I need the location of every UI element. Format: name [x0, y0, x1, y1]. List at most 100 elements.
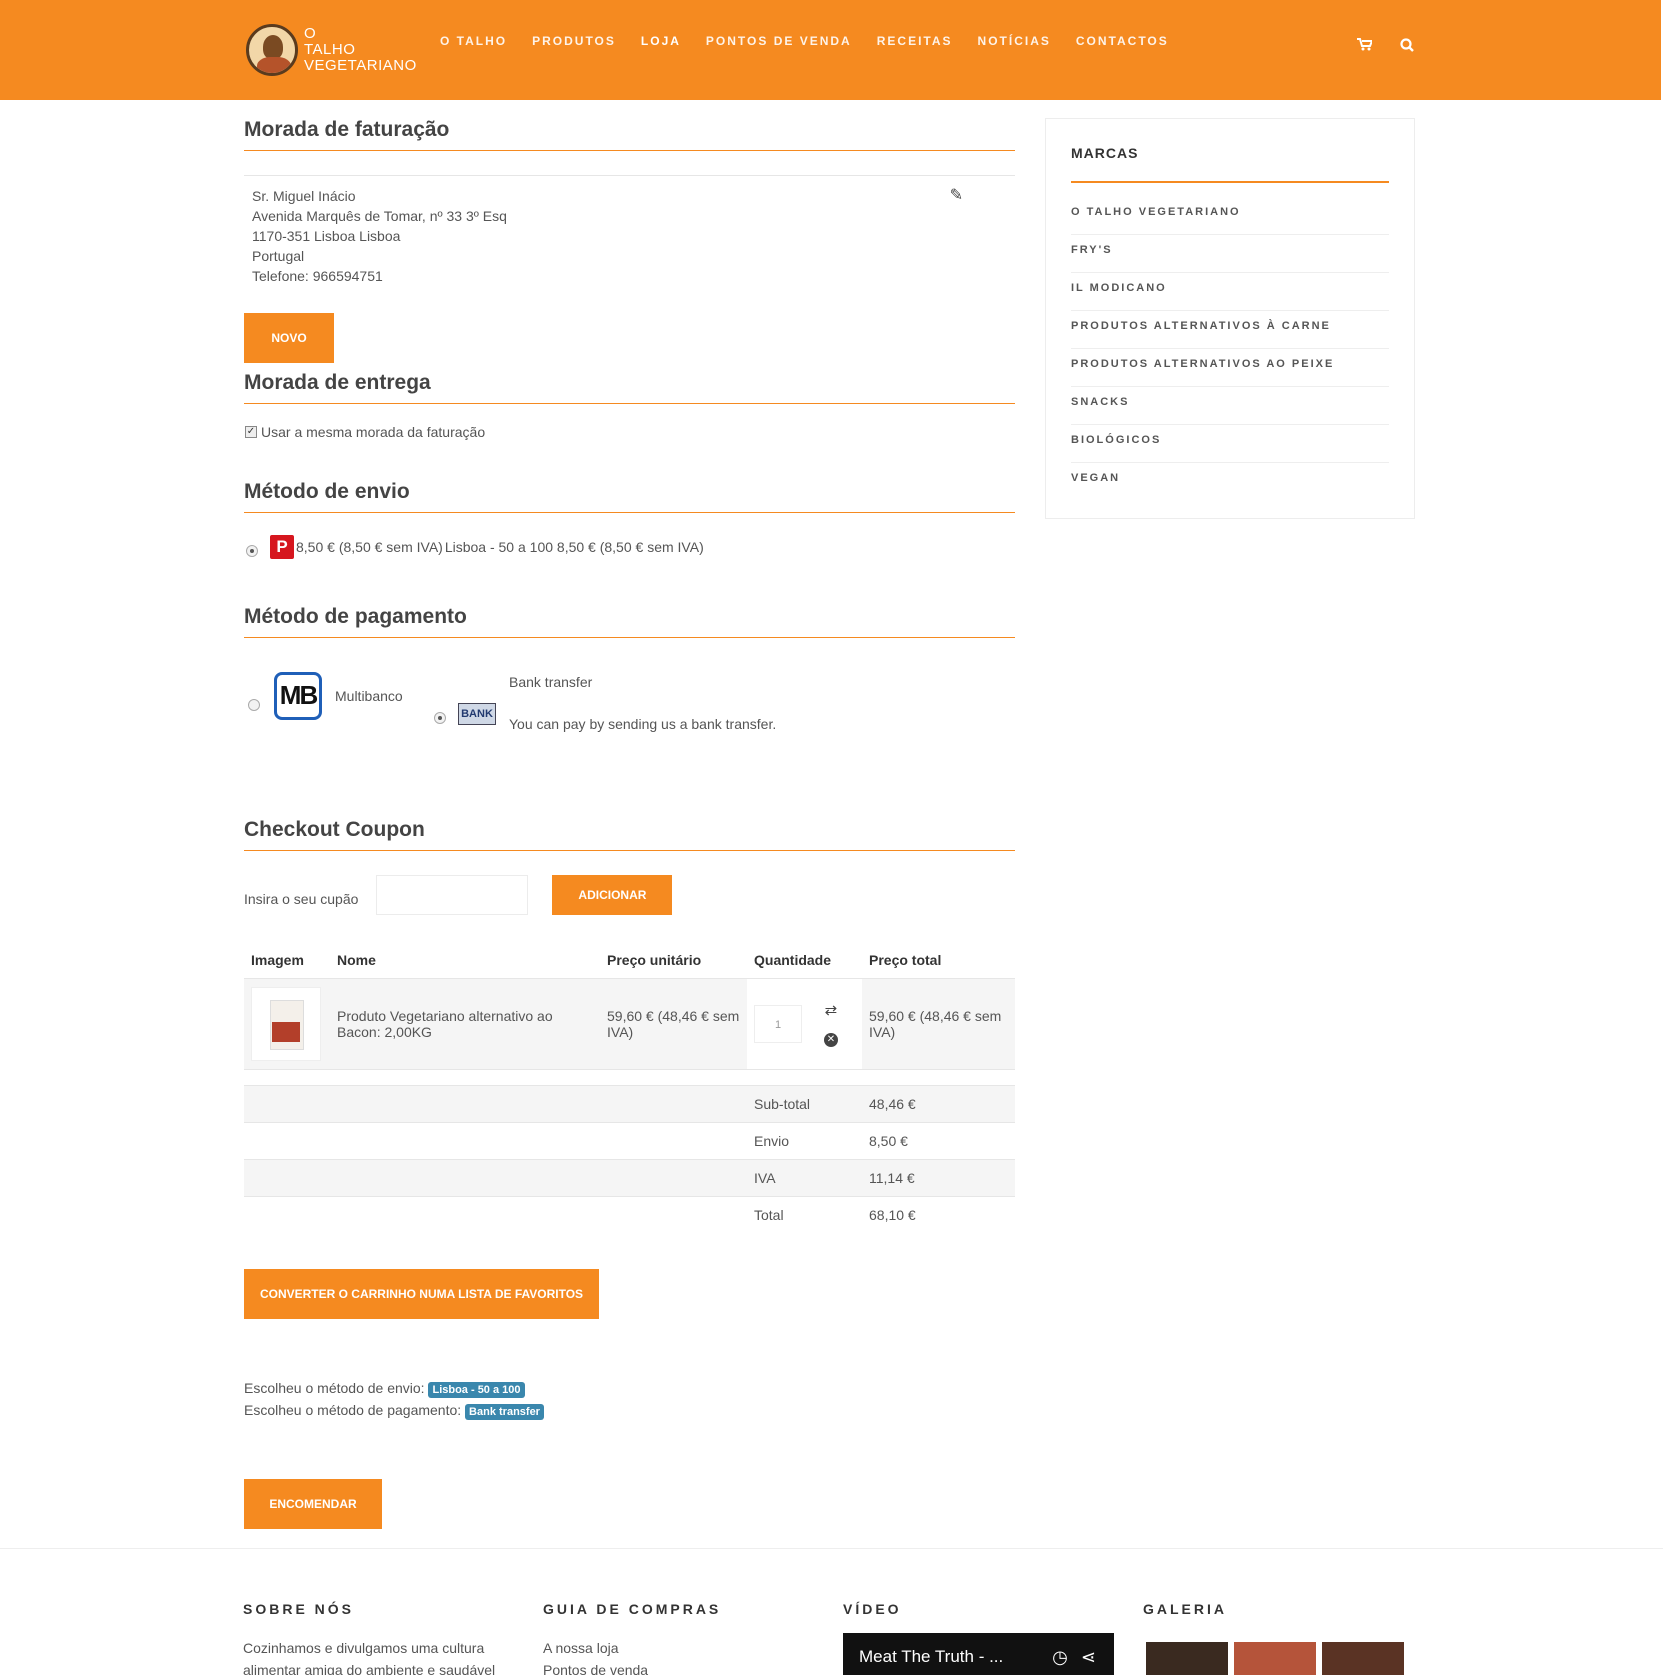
footer-gallery: GALERIA — [1143, 1601, 1227, 1637]
footer-gallery-title: GALERIA — [1143, 1601, 1227, 1617]
nav-produtos[interactable]: PRODUTOS — [532, 34, 616, 48]
col-header: Quantidade — [747, 943, 862, 979]
coupon-label: Insira o seu cupão — [244, 891, 359, 907]
ctt-logo-icon: P — [270, 535, 294, 559]
logo-line: VEGETARIANO — [304, 57, 417, 74]
footer-about-title: SOBRE NÓS — [243, 1601, 355, 1617]
billing-title: Morada de faturação — [244, 118, 1015, 151]
bank-transfer-label[interactable]: Bank transfer — [509, 674, 592, 690]
totals-value: 8,50 € — [862, 1121, 1015, 1159]
sidebar-item-brand[interactable]: IL MODICANO — [1071, 273, 1389, 311]
shipping-address-title: Morada de entrega — [244, 371, 1015, 404]
gallery-image[interactable] — [1322, 1642, 1404, 1675]
footer-about: SOBRE NÓS Cozinhamos e divulgamos uma cu… — [243, 1601, 495, 1675]
quantity-cell: 1 ⇄ ✕ — [747, 978, 862, 1070]
chosen-methods: Escolheu o método de envio: Lisboa - 50 … — [244, 1377, 1015, 1421]
cart-icon[interactable] — [1357, 38, 1374, 54]
place-order-button[interactable]: ENCOMENDAR — [244, 1479, 382, 1529]
cart-table: Imagem Nome Preço unitário Quantidade Pr… — [244, 943, 1015, 1233]
address-line: Avenida Marquês de Tomar, nº 33 3º Esq — [252, 208, 507, 224]
video-player[interactable]: Meat The Truth - ... ◷ ⋖ — [843, 1633, 1114, 1675]
payment-options: MB Multibanco BANK Bank transfer You can… — [244, 662, 1015, 772]
logo-badge-icon — [246, 24, 298, 76]
product-total-price: 59,60 € (48,46 € sem IVA) — [862, 978, 1015, 1070]
shipping-option[interactable]: P 8,50 € (8,50 € sem IVA) Lisboa - 50 a … — [244, 535, 1015, 559]
remove-icon[interactable]: ✕ — [823, 1032, 838, 1047]
new-address-button[interactable]: NOVO — [244, 313, 334, 363]
sidebar-item-brand[interactable]: BIOLÓGICOS — [1071, 425, 1389, 463]
nav-receitas[interactable]: RECEITAS — [877, 34, 953, 48]
chosen-payment-badge: Bank transfer — [465, 1404, 544, 1420]
brands-sidebar: MARCAS O TALHO VEGETARIANO FRY'S IL MODI… — [1045, 118, 1415, 519]
sidebar-item-brand[interactable]: PRODUTOS ALTERNATIVOS À CARNE — [1071, 311, 1389, 349]
col-header: Preço total — [862, 943, 1015, 979]
multibanco-radio[interactable] — [248, 699, 260, 711]
add-coupon-button[interactable]: ADICIONAR — [552, 875, 673, 915]
pencil-icon[interactable]: ✎ — [950, 186, 963, 206]
main-nav: O TALHO PRODUTOS LOJA PONTOS DE VENDA RE… — [440, 34, 1194, 48]
gallery-image[interactable] — [1146, 1642, 1228, 1675]
convert-to-wishlist-button[interactable]: CONVERTER O CARRINHO NUMA LISTA DE FAVOR… — [244, 1269, 599, 1319]
address-line: 1170-351 Lisboa Lisboa — [252, 228, 401, 244]
bank-transfer-radio[interactable] — [434, 712, 446, 724]
footer-guide-title: GUIA DE COMPRAS — [543, 1601, 722, 1617]
multibanco-label[interactable]: Multibanco — [335, 688, 403, 704]
nav-contactos[interactable]: CONTACTOS — [1076, 34, 1169, 48]
gallery-image[interactable] — [1234, 1642, 1316, 1675]
cart-totals: Sub-total 48,46 € Envio 8,50 € IVA 11,14… — [244, 1084, 1015, 1233]
logo-line: O — [304, 25, 317, 42]
clock-icon[interactable]: ◷ — [1052, 1647, 1068, 1667]
sidebar-item-brand[interactable]: PRODUTOS ALTERNATIVOS AO PEIXE — [1071, 349, 1389, 387]
same-address-checkbox[interactable]: ✓ — [245, 426, 257, 438]
refresh-icon[interactable]: ⇄ — [824, 1001, 838, 1019]
coupon-input[interactable] — [376, 875, 529, 915]
footer-link[interactable]: Pontos de venda — [543, 1659, 721, 1675]
address-line: Portugal — [252, 248, 305, 264]
shipping-method-title: Método de envio — [244, 480, 1015, 513]
quantity-input[interactable]: 1 — [754, 1004, 802, 1043]
footer-link[interactable]: A nossa loja — [543, 1637, 721, 1659]
shipping-option-price: 8,50 € (8,50 € sem IVA) — [296, 539, 443, 555]
nav-o-talho[interactable]: O TALHO — [440, 34, 507, 48]
nav-pontos-de-venda[interactable]: PONTOS DE VENDA — [706, 34, 852, 48]
coupon-title: Checkout Coupon — [244, 818, 1015, 851]
sidebar-item-brand[interactable]: SNACKS — [1071, 387, 1389, 425]
col-header: Imagem — [244, 943, 330, 979]
col-header: Preço unitário — [600, 943, 747, 979]
product-unit-price: 59,60 € (48,46 € sem IVA) — [600, 978, 747, 1070]
product-thumbnail[interactable] — [251, 986, 321, 1061]
sidebar-title: MARCAS — [1071, 145, 1389, 183]
nav-loja[interactable]: LOJA — [641, 34, 681, 48]
multibanco-logo-icon: MB — [274, 672, 322, 720]
logo-line: TALHO — [304, 41, 356, 58]
sidebar-item-brand[interactable]: O TALHO VEGETARIANO — [1071, 197, 1389, 235]
checkout-main: Morada de faturação Sr. Miguel Inácio Av… — [244, 118, 1015, 1529]
bank-transfer-desc: You can pay by sending us a bank transfe… — [509, 716, 777, 732]
totals-row: Sub-total 48,46 € — [244, 1084, 1015, 1122]
shipping-radio[interactable] — [246, 545, 258, 557]
chosen-shipping-badge: Lisboa - 50 a 100 — [428, 1382, 525, 1398]
payment-method-title: Método de pagamento — [244, 605, 1015, 638]
coupon-row: Insira o seu cupão ADICIONAR — [244, 875, 1015, 915]
totals-value: 11,14 € — [862, 1158, 1015, 1196]
billing-address: Sr. Miguel Inácio Avenida Marquês de Tom… — [244, 175, 1015, 286]
share-icon[interactable]: ⋖ — [1081, 1647, 1096, 1667]
totals-row: Envio 8,50 € — [244, 1121, 1015, 1159]
sidebar-item-brand[interactable]: VEGAN — [1071, 463, 1389, 501]
footer-video-title: VÍDEO — [843, 1601, 902, 1617]
site-header: O TALHO VEGETARIANO O TALHO PRODUTOS LOJ… — [0, 0, 1661, 100]
product-name[interactable]: Produto Vegetariano alternativo ao Bacon… — [330, 978, 600, 1070]
totals-label: IVA — [747, 1158, 862, 1196]
footer-guide: GUIA DE COMPRAS A nossa loja Pontos de v… — [543, 1601, 721, 1675]
site-logo[interactable]: O TALHO VEGETARIANO — [246, 24, 417, 76]
search-icon[interactable] — [1400, 38, 1414, 55]
totals-label: Sub-total — [747, 1084, 862, 1122]
nav-noticias[interactable]: NOTÍCIAS — [978, 34, 1051, 48]
sidebar-item-brand[interactable]: FRY'S — [1071, 235, 1389, 273]
totals-value: 68,10 € — [862, 1195, 1015, 1233]
col-header: Nome — [330, 943, 600, 979]
totals-value: 48,46 € — [862, 1084, 1015, 1122]
site-footer: SOBRE NÓS Cozinhamos e divulgamos uma cu… — [0, 1548, 1663, 1675]
shipping-option-label: Lisboa - 50 a 100 8,50 € (8,50 € sem IVA… — [444, 539, 704, 555]
footer-video: VÍDEO — [843, 1601, 902, 1637]
